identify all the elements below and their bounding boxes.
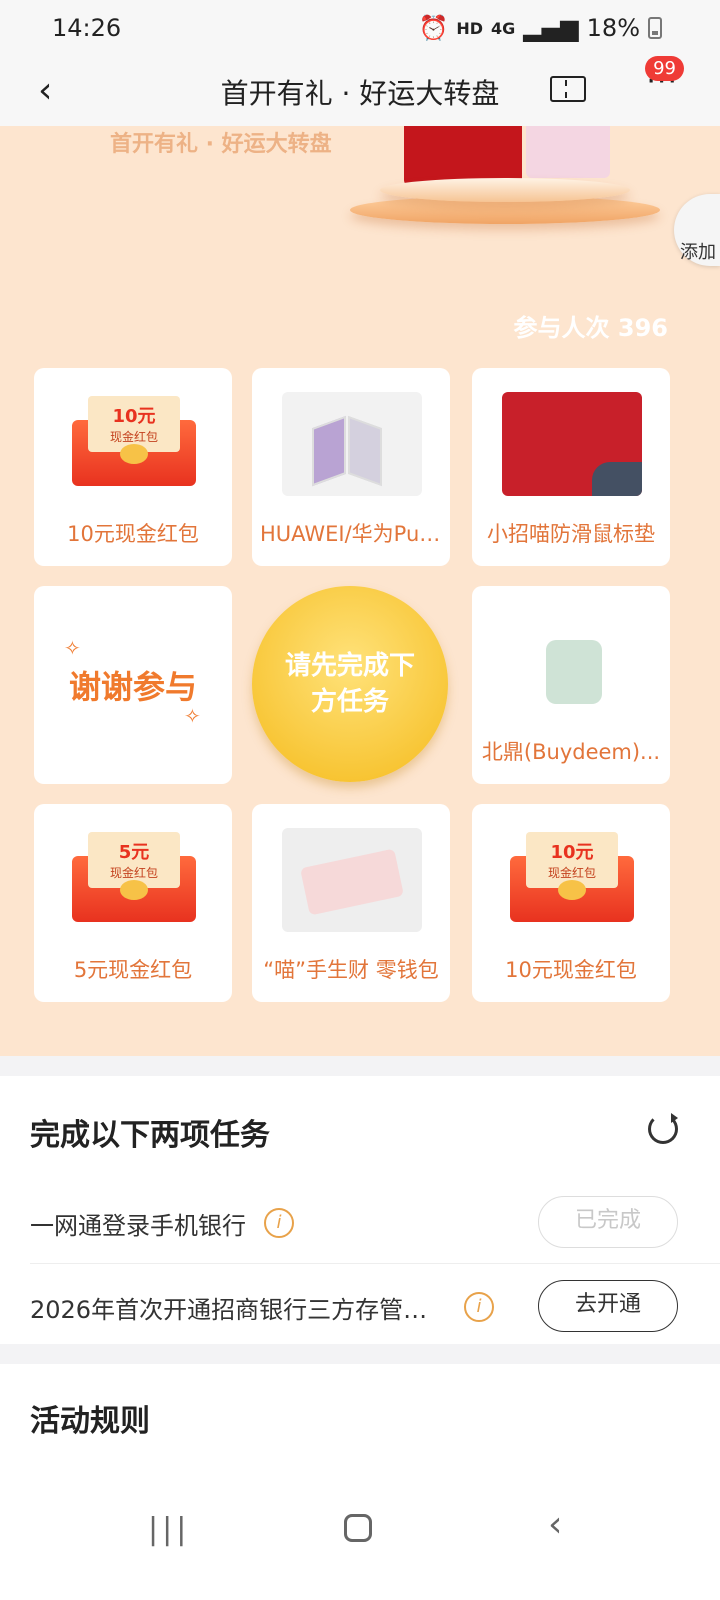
prize-label: HUAWEI/华为Pura X (260, 522, 442, 546)
gift-image (404, 126, 522, 186)
gift-image (526, 126, 610, 178)
prize-label: 10元现金红包 (505, 958, 637, 982)
battery-icon (648, 17, 662, 39)
lottery-section: 首开有礼 · 好运大转盘 添加 参与人次 396 10元 现金红包 10元现金红… (0, 126, 720, 1056)
thanks-text: 谢谢参与 (68, 668, 197, 706)
home-icon[interactable] (344, 1514, 372, 1542)
task-row: 一网通登录手机银行 i 已完成 (0, 1180, 720, 1264)
prize-tile: “喵”手生财 零钱包 (252, 804, 450, 1002)
envelope-text: 现金红包 (109, 430, 158, 444)
hd-icon: HD (456, 18, 484, 38)
nav-bar: ‹ 首开有礼 · 好运大转盘 ··· 99 (0, 56, 720, 126)
ticket-icon[interactable] (550, 76, 586, 102)
banner-title: 首开有礼 · 好运大转盘 (110, 132, 332, 157)
add-to-home-button[interactable]: 添加 (674, 194, 720, 266)
pedestal-graphic (380, 178, 630, 202)
recent-apps-icon[interactable]: ||| (148, 1512, 190, 1547)
prize-tile: ✧ ✧ 谢谢参与 (34, 586, 232, 784)
battery-percent: 18% (586, 14, 640, 42)
prize-label: “喵”手生财 零钱包 (263, 958, 439, 982)
add-label: 添加 (680, 242, 716, 263)
prize-label: 10元现金红包 (67, 522, 199, 546)
prize-tile: HUAWEI/华为Pura X (252, 368, 450, 566)
tasks-panel: 完成以下两项任务 一网通登录手机银行 i 已完成 2026年首次开通招商银行三方… (0, 1076, 720, 1344)
envelope-text: 现金红包 (109, 866, 158, 880)
divider (30, 1263, 720, 1264)
spin-button[interactable]: 请先完成下方任务 (252, 586, 448, 782)
prize-tile: 10元 现金红包 10元现金红包 (34, 368, 232, 566)
red-envelope-image: 5元 现金红包 (64, 828, 204, 932)
prize-label: 5元现金红包 (73, 958, 193, 982)
status-bar: 14:26 ⏰ HD 4G ▂▄▆ 18% (0, 0, 720, 56)
task-text: 一网通登录手机银行 (30, 1212, 246, 1240)
prize-tile: 小招喵防滑鼠标垫 (472, 368, 670, 566)
task-completed-button: 已完成 (538, 1196, 678, 1248)
envelope-amount: 5元 (118, 842, 150, 863)
wallet-image (282, 828, 422, 932)
red-envelope-image: 10元 现金红包 (64, 392, 204, 496)
rules-title: 活动规则 (30, 1404, 150, 1439)
participants-count: 参与人次 396 (513, 314, 668, 342)
sparkle-icon: ✧ (64, 636, 81, 660)
spin-label: 请先完成下方任务 (284, 650, 415, 717)
prize-tile: 10元 现金红包 10元现金红包 (472, 804, 670, 1002)
status-icons: ⏰ HD 4G ▂▄▆ 18% (418, 14, 662, 42)
system-nav-bar: ||| ‹ (0, 1490, 720, 1600)
prize-tile: 北鼎(Buydeem)... (472, 586, 670, 784)
status-time: 14:26 (52, 14, 122, 42)
info-icon[interactable]: i (264, 1208, 294, 1238)
page-title: 首开有礼 · 好运大转盘 (220, 77, 500, 110)
tasks-title: 完成以下两项任务 (30, 1118, 270, 1153)
task-row: 2026年首次开通招商银行三方存管服务 i 去开通 (0, 1264, 720, 1348)
alarm-icon: ⏰ (418, 14, 449, 42)
prize-label: 北鼎(Buydeem)... (481, 740, 661, 764)
info-icon[interactable]: i (464, 1292, 494, 1322)
mousepad-image (502, 392, 642, 496)
task-text: 2026年首次开通招商银行三方存管服务 (30, 1296, 440, 1324)
task-open-button[interactable]: 去开通 (538, 1280, 678, 1332)
prize-tile: 5元 现金红包 5元现金红包 (34, 804, 232, 1002)
refresh-icon[interactable] (648, 1113, 678, 1144)
lamp-image (502, 610, 642, 714)
envelope-text: 现金红包 (547, 866, 596, 880)
signal-icon: ▂▄▆ (523, 14, 579, 42)
prize-label: 小招喵防滑鼠标垫 (487, 522, 655, 546)
envelope-amount: 10元 (112, 406, 156, 427)
phone-image (282, 392, 422, 496)
system-back-icon[interactable]: ‹ (548, 1504, 562, 1545)
red-envelope-image: 10元 现金红包 (502, 828, 642, 932)
envelope-amount: 10元 (550, 842, 594, 863)
4g-icon: 4G (491, 18, 516, 38)
notification-badge: 99 (645, 56, 684, 81)
